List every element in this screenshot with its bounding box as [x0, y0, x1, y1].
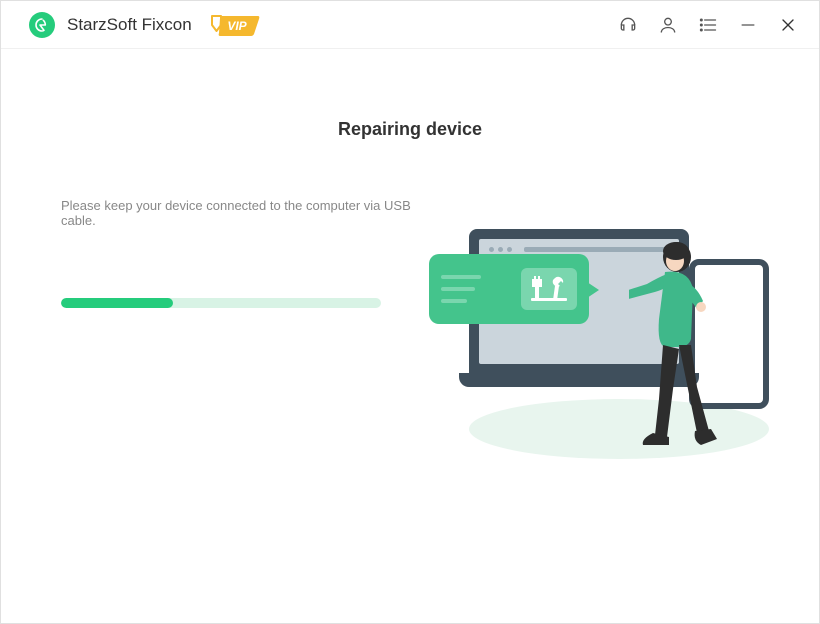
progress-fill [61, 298, 173, 308]
person-icon [629, 239, 719, 449]
app-logo-icon [29, 12, 55, 38]
account-icon[interactable] [657, 14, 679, 36]
support-icon[interactable] [617, 14, 639, 36]
progress-section: Please keep your device connected to the… [61, 198, 411, 308]
app-title: StarzSoft Fixcon [67, 15, 192, 35]
instruction-text: Please keep your device connected to the… [61, 198, 411, 228]
close-button[interactable] [777, 14, 799, 36]
repair-illustration [429, 209, 789, 469]
repair-badge-icon [429, 254, 589, 324]
progress-bar [61, 298, 381, 308]
vip-badge: VIP [204, 13, 260, 37]
titlebar: StarzSoft Fixcon VIP [1, 1, 819, 49]
svg-text:VIP: VIP [227, 19, 247, 33]
titlebar-controls [617, 14, 799, 36]
page-heading: Repairing device [61, 119, 759, 140]
minimize-button[interactable] [737, 14, 759, 36]
main-content: Repairing device Please keep your device… [1, 49, 819, 623]
menu-icon[interactable] [697, 14, 719, 36]
